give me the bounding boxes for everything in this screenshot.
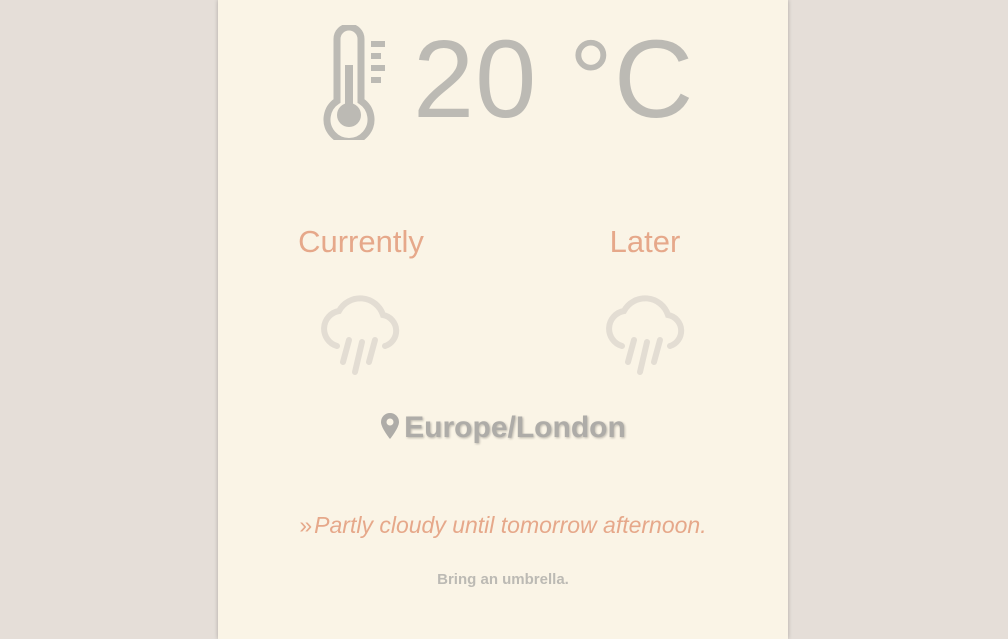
currently-label: Currently: [298, 224, 424, 259]
weather-card: 20 °C Currently Later Europe/London »Par…: [218, 0, 788, 639]
summary-text: Partly cloudy until tomorrow afternoon.: [314, 512, 707, 538]
thermometer-icon: [323, 25, 385, 140]
temperature-row: 20 °C: [218, 18, 788, 148]
location: Europe/London: [218, 408, 788, 448]
later-label: Later: [609, 224, 681, 259]
summary-marker: »: [299, 512, 313, 538]
map-pin-icon: [381, 413, 400, 440]
forecast-summary: »Partly cloudy until tomorrow afternoon.: [218, 508, 788, 542]
location-name: Europe/London: [404, 411, 626, 444]
advice-text: Bring an umbrella.: [437, 571, 569, 588]
temperature-value: 20 °C: [413, 18, 695, 141]
rain-cloud-icon: [321, 295, 400, 375]
rain-cloud-icon: [606, 295, 685, 375]
